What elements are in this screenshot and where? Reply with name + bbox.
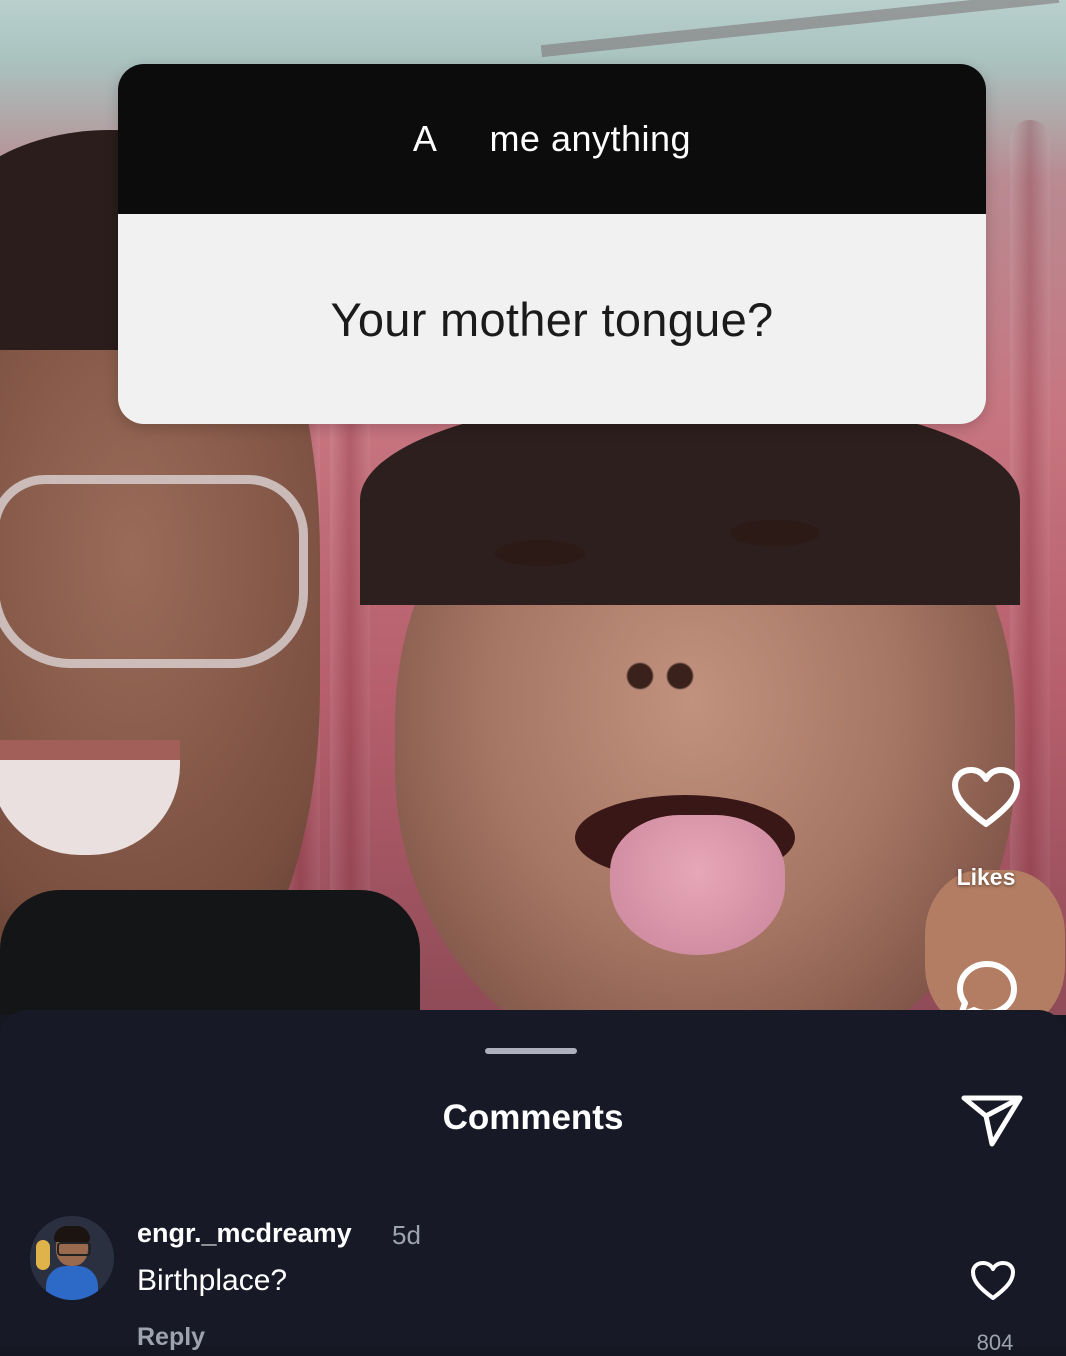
comments-title: Comments [442, 1098, 624, 1137]
heart-outline-icon [971, 1261, 1015, 1300]
curtain-rod [540, 0, 1060, 58]
question-sticker[interactable]: A me anything Your mother tongue? [118, 64, 986, 424]
person-main-eye [495, 540, 585, 566]
person-main-nose [610, 640, 710, 700]
heart-outline-icon [952, 767, 1020, 827]
comment-like-button[interactable] [970, 1260, 1016, 1302]
paper-plane-icon [961, 1095, 1023, 1147]
share-button[interactable] [960, 1092, 1024, 1150]
person-main-tongue [610, 815, 785, 955]
person-main-eye [730, 520, 820, 546]
question-sticker-header: A me anything [118, 64, 986, 214]
sheet-drag-handle[interactable] [485, 1048, 577, 1054]
comment-like-count: 804 [976, 1330, 1014, 1355]
comments-sheet: Comments engr._mcdreamy 5d Birthplace? R… [0, 1010, 1066, 1355]
reply-button[interactable]: Reply [137, 1323, 205, 1352]
comment-text: Birthplace? [137, 1264, 288, 1297]
question-text: Your mother tongue? [330, 292, 774, 346]
sticker-header-left: A [412, 118, 438, 159]
likes-label: Likes [956, 864, 1016, 890]
comment-timestamp: 5d [392, 1220, 421, 1250]
like-button[interactable] [950, 766, 1022, 830]
person-left-shirt [0, 890, 420, 1015]
question-sticker-body: Your mother tongue? [118, 214, 986, 424]
person-left-glasses [0, 475, 308, 668]
avatar[interactable] [30, 1216, 114, 1300]
person-main-hair [360, 395, 1020, 605]
comment-username[interactable]: engr._mcdreamy [137, 1218, 352, 1249]
comment-item: engr._mcdreamy 5d Birthplace? Reply 804 [0, 1210, 1066, 1355]
sticker-header-right: me anything [489, 118, 692, 159]
